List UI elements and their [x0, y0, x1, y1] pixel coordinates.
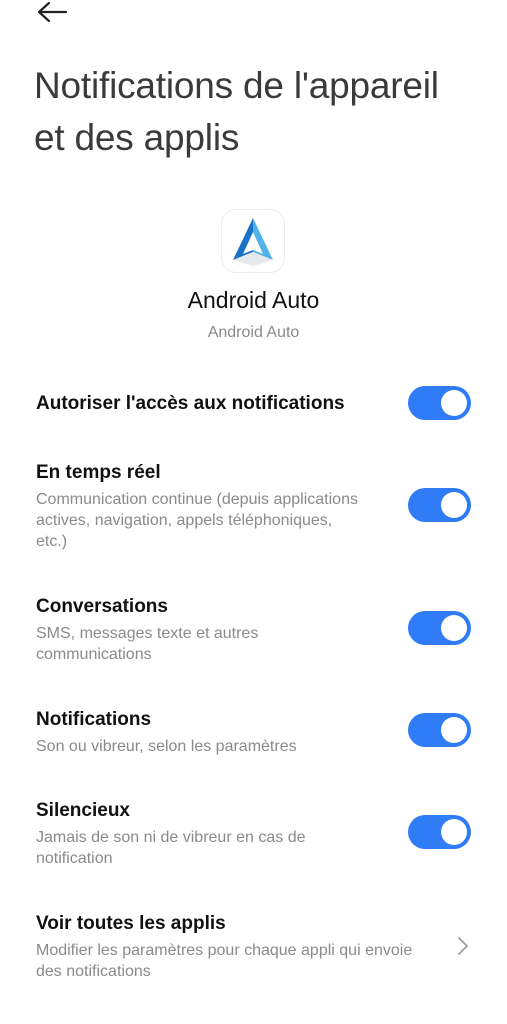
see-all-apps-description: Modifier les paramètres pour chaque appl…	[36, 942, 413, 980]
toggle-knob	[441, 615, 467, 641]
notifications-toggle[interactable]	[408, 713, 471, 747]
app-package-label: Android Auto	[207, 324, 300, 341]
silent-title: Silencieux	[36, 800, 130, 821]
silent-toggle[interactable]	[408, 815, 471, 849]
silent-description: Jamais de son ni de vibreur en cas de no…	[36, 829, 306, 867]
android-auto-icon	[222, 210, 284, 272]
toggle-knob	[441, 717, 467, 743]
conversations-title: Conversations	[36, 596, 168, 617]
see-all-apps-row[interactable]: Voir toutes les applis Modifier les para…	[36, 912, 476, 982]
back-button[interactable]	[36, 0, 68, 26]
app-name: Android Auto	[187, 287, 320, 313]
toggle-knob	[441, 819, 467, 845]
arrow-left-icon	[37, 1, 68, 23]
page-title: Notifications de l'appareil et des appli…	[34, 65, 439, 158]
notifications-description: Son ou vibreur, selon les paramètres	[36, 738, 297, 755]
toggle-knob	[441, 390, 467, 416]
allow-access-toggle[interactable]	[408, 386, 471, 420]
conversations-toggle[interactable]	[408, 611, 471, 645]
conversations-description: SMS, messages texte et autres communicat…	[36, 625, 259, 663]
real-time-toggle[interactable]	[408, 488, 471, 522]
toggle-knob	[441, 492, 467, 518]
real-time-title: En temps réel	[36, 462, 161, 483]
real-time-description: Communication continue (depuis applicati…	[36, 491, 358, 550]
chevron-right-icon	[456, 934, 470, 958]
see-all-apps-title: Voir toutes les applis	[36, 913, 226, 934]
